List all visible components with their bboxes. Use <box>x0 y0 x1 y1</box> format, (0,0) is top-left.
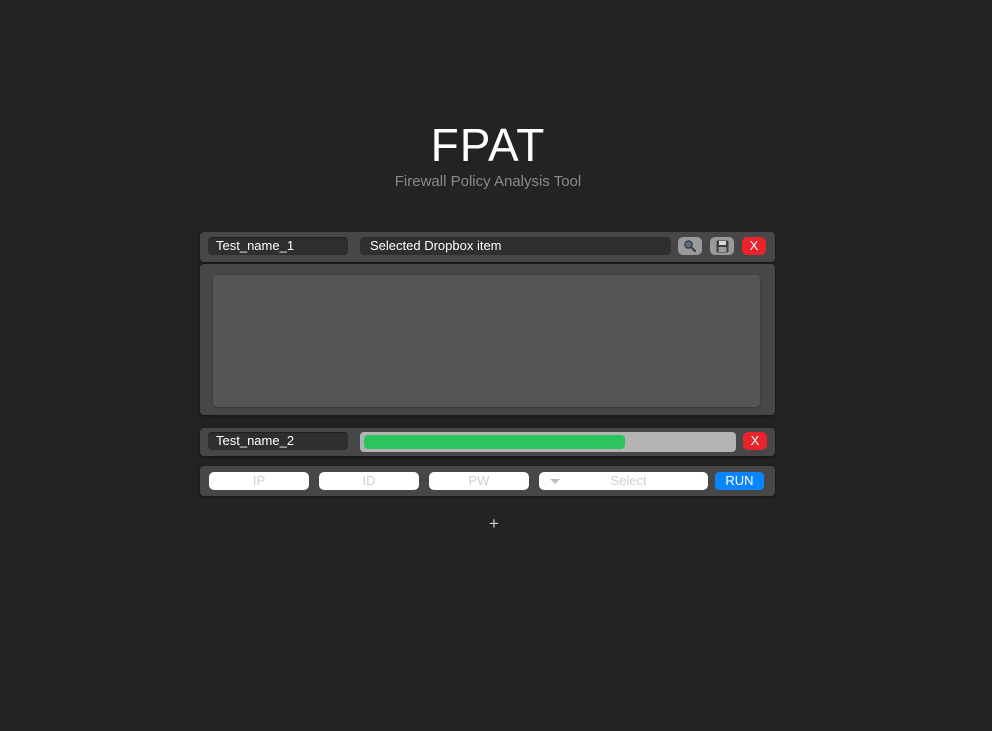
close-button[interactable]: X <box>742 237 766 255</box>
connection-form: Select RUN <box>200 466 775 496</box>
save-button[interactable] <box>710 237 734 255</box>
select-placeholder: Select <box>610 473 647 488</box>
dropbox-select[interactable]: Selected Dropbox item <box>360 237 671 255</box>
save-icon <box>716 240 728 252</box>
task-row-2: Test_name_2 X <box>200 428 775 456</box>
progress-bar <box>360 432 736 452</box>
output-textarea[interactable] <box>213 275 760 407</box>
output-panel <box>200 264 775 415</box>
add-task-button[interactable]: + <box>484 514 504 534</box>
app-subtitle: Firewall Policy Analysis Tool <box>394 173 582 190</box>
search-button[interactable] <box>678 237 702 255</box>
task-name-field[interactable]: Test_name_2 <box>208 432 348 450</box>
task-row-1: Test_name_1 Selected Dropbox item X <box>200 232 775 262</box>
app-page: FPAT Firewall Policy Analysis Tool Test_… <box>0 0 992 731</box>
close-button[interactable]: X <box>743 432 767 450</box>
search-icon <box>684 240 696 252</box>
progress-bar-fill <box>364 435 625 449</box>
pw-input[interactable] <box>429 472 529 490</box>
id-input[interactable] <box>319 472 419 490</box>
ip-input[interactable] <box>209 472 309 490</box>
type-select[interactable]: Select <box>539 472 708 490</box>
app-title: FPAT <box>430 119 546 171</box>
task-name-field[interactable]: Test_name_1 <box>208 237 348 255</box>
run-button[interactable]: RUN <box>715 472 764 490</box>
